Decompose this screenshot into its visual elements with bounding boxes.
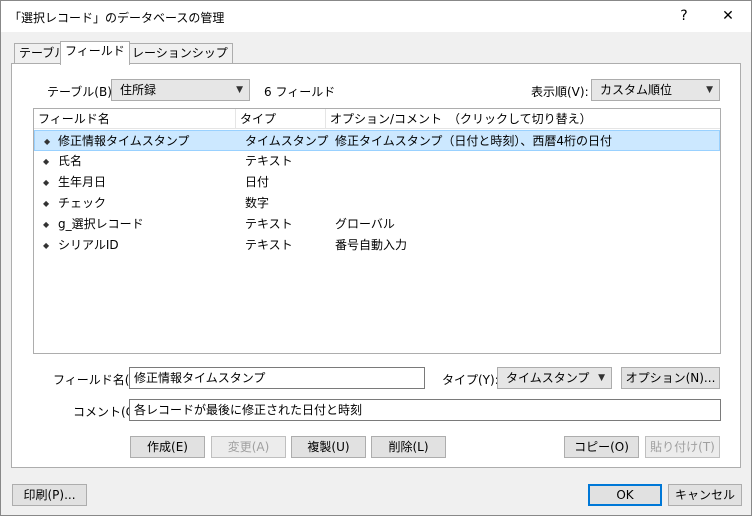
title-bar: 「選択レコード」のデータベースの管理 ? ✕	[1, 1, 751, 32]
field-row[interactable]: ◆ 修正情報タイムスタンプ タイムスタンプ 修正タイムスタンプ（日付と時刻）、西…	[34, 130, 720, 151]
tab-relationships[interactable]: リレーションシップ	[115, 43, 233, 64]
field-type-dropdown-value: タイムスタンプ	[506, 371, 590, 385]
column-header-type[interactable]: タイプ	[236, 109, 326, 129]
field-row[interactable]: ◆ チェック 数字	[34, 193, 720, 214]
field-name-input[interactable]: 修正情報タイムスタンプ	[129, 367, 425, 389]
field-row-name: シリアルID	[58, 238, 119, 252]
reorder-grip-icon[interactable]: ◆	[43, 151, 49, 172]
field-row[interactable]: ◆ 生年月日 日付	[34, 172, 720, 193]
cancel-button[interactable]: キャンセル	[668, 484, 742, 506]
field-row-options: グローバル	[335, 217, 395, 231]
print-button[interactable]: 印刷(P)...	[12, 484, 87, 506]
field-list[interactable]: フィールド名 タイプ オプション/コメント （クリックして切り替え） ◆ 修正情…	[33, 108, 721, 354]
options-button[interactable]: オプション(N)...	[621, 367, 720, 389]
sort-dropdown-value: カスタム順位	[600, 83, 673, 97]
field-row-name: 氏名	[58, 154, 83, 168]
reorder-grip-icon[interactable]: ◆	[43, 172, 49, 193]
field-row[interactable]: ◆ g_選択レコード テキスト グローバル	[34, 214, 720, 235]
manage-database-dialog: 「選択レコード」のデータベースの管理 ? ✕ テーブル フィールド リレーション…	[0, 0, 752, 516]
sort-dropdown[interactable]: カスタム順位 ▼	[591, 79, 720, 101]
field-row-name: g_選択レコード	[58, 217, 144, 231]
delete-button[interactable]: 削除(L)	[371, 436, 446, 458]
chevron-down-icon: ▼	[236, 85, 243, 95]
reorder-grip-icon[interactable]: ◆	[43, 214, 49, 235]
field-row-type: タイムスタンプ	[245, 134, 329, 148]
close-icon[interactable]: ✕	[705, 1, 751, 32]
change-button[interactable]: 変更(A)	[211, 436, 286, 458]
field-row-name: 修正情報タイムスタンプ	[58, 134, 190, 148]
ok-button[interactable]: OK	[588, 484, 662, 506]
field-row[interactable]: ◆ シリアルID テキスト 番号自動入力	[34, 235, 720, 256]
field-row-type: テキスト	[245, 238, 293, 252]
tab-fields[interactable]: フィールド	[60, 41, 130, 65]
paste-button[interactable]: 貼り付け(T)	[645, 436, 720, 458]
column-header-options[interactable]: オプション/コメント （クリックして切り替え）	[326, 109, 720, 129]
duplicate-button[interactable]: 複製(U)	[291, 436, 366, 458]
sort-label: 表示順(V):	[531, 85, 589, 99]
field-row[interactable]: ◆ 氏名 テキスト	[34, 151, 720, 172]
reorder-grip-icon[interactable]: ◆	[43, 193, 49, 214]
field-row-type: 数字	[245, 196, 270, 210]
field-list-header: フィールド名 タイプ オプション/コメント （クリックして切り替え）	[34, 109, 720, 129]
copy-button[interactable]: コピー(O)	[564, 436, 639, 458]
window-title: 「選択レコード」のデータベースの管理	[9, 11, 225, 25]
create-button[interactable]: 作成(E)	[130, 436, 205, 458]
chevron-down-icon: ▼	[598, 373, 605, 383]
reorder-grip-icon[interactable]: ◆	[43, 235, 49, 256]
field-type-dropdown[interactable]: タイムスタンプ ▼	[497, 367, 612, 389]
field-row-type: テキスト	[245, 154, 293, 168]
reorder-grip-icon[interactable]: ◆	[44, 131, 50, 152]
field-row-type: テキスト	[245, 217, 293, 231]
field-row-name: 生年月日	[58, 175, 107, 189]
table-dropdown-value: 住所録	[120, 83, 157, 97]
field-row-name: チェック	[58, 196, 107, 210]
field-row-type: 日付	[245, 175, 270, 189]
chevron-down-icon: ▼	[706, 85, 713, 95]
field-row-options: 番号自動入力	[335, 238, 408, 252]
table-dropdown[interactable]: 住所録 ▼	[111, 79, 250, 101]
column-header-field-name[interactable]: フィールド名	[34, 109, 236, 129]
table-label: テーブル(B):	[47, 85, 116, 99]
field-type-label: タイプ(Y):	[442, 373, 499, 387]
field-count: 6 フィールド	[264, 85, 336, 99]
field-row-options: 修正タイムスタンプ（日付と時刻）、西暦4桁の日付	[335, 134, 613, 148]
comment-input[interactable]: 各レコードが最後に修正された日付と時刻	[129, 399, 721, 421]
help-icon[interactable]: ?	[661, 1, 707, 32]
